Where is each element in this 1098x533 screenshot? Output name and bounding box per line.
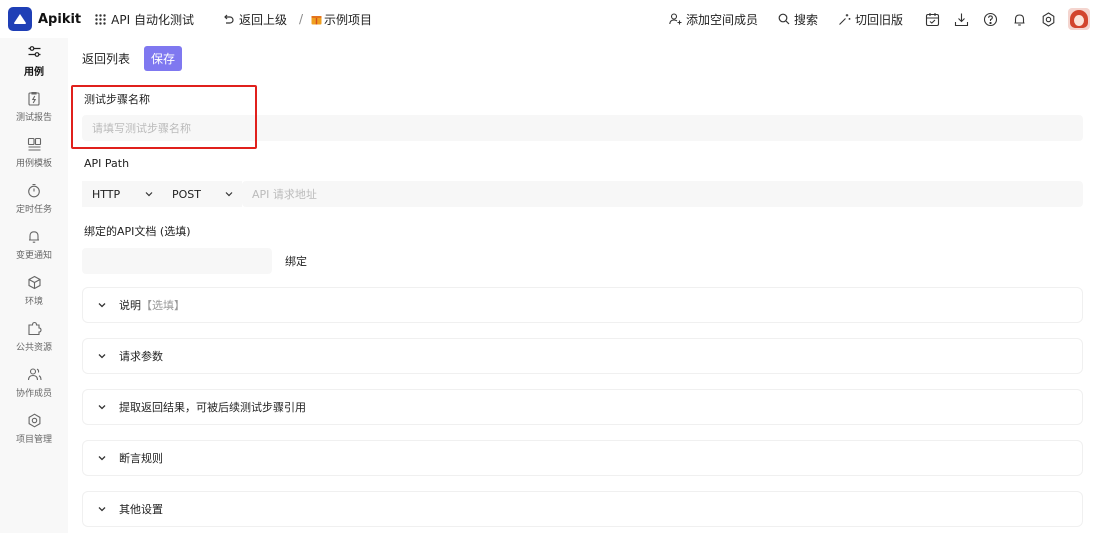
sidebar-item-label: 用例 <box>24 67 44 78</box>
gift-icon <box>311 13 322 25</box>
sidebar-item-label: 测试报告 <box>15 113 52 123</box>
protocol-value: HTTP <box>92 187 121 201</box>
url-input[interactable]: API 请求地址 <box>242 181 1083 207</box>
chevron-down-icon <box>97 300 107 310</box>
sidebar-item-label: 定时任务 <box>15 205 52 215</box>
search-label: 搜索 <box>793 12 818 27</box>
chevron-down-icon <box>144 189 154 199</box>
grid-dots-icon <box>95 13 106 25</box>
sidebar-item-case-template[interactable]: 用例模板 <box>0 130 68 176</box>
sidebar-item-label: 公共资源 <box>15 343 52 353</box>
project-name: 示例项目 <box>324 12 373 27</box>
logo-text: Apikit <box>38 11 82 27</box>
sidebar-item-collaborators[interactable]: 协作成员 <box>0 360 68 406</box>
settings-icon[interactable] <box>1041 11 1056 27</box>
project-breadcrumb[interactable]: 示例项目 <box>311 11 372 28</box>
add-user-icon <box>669 13 682 25</box>
panel-request-params[interactable]: 请求参数 <box>82 338 1083 374</box>
top-right-actions: 添加空间成员 搜索 切回旧版 <box>649 0 1090 38</box>
sidebar: 用例 测试报告 用例模板 定时任务 变更通知 环境 公共资源 协作成员 项目管理 <box>0 38 68 533</box>
save-button[interactable]: 保存 <box>144 46 183 71</box>
sidebar-item-public-resources[interactable]: 公共资源 <box>0 314 68 360</box>
sliders-icon <box>27 44 42 60</box>
gear-icon <box>27 413 42 429</box>
editor-toolbar: 返回列表 保存 <box>82 46 183 71</box>
panel-other-settings[interactable]: 其他设置 <box>82 491 1083 527</box>
sidebar-item-change-notice[interactable]: 变更通知 <box>0 222 68 268</box>
sidebar-item-label: 项目管理 <box>15 435 52 445</box>
panel-title: 提取返回结果，可被后续测试步骤引用 <box>119 401 306 414</box>
cube-icon <box>27 275 42 291</box>
top-bar: Apikit API 自动化测试 返回上级 / 示例项目 添加空间成员 搜索 切… <box>0 0 1098 38</box>
bell-icon[interactable] <box>1012 12 1027 27</box>
back-to-list-link[interactable]: 返回列表 <box>82 50 130 67</box>
switch-old-version-button[interactable]: 切回旧版 <box>838 11 903 28</box>
protocol-select[interactable]: HTTP <box>82 181 162 207</box>
timer-icon <box>27 183 41 199</box>
apikit-logo-icon <box>8 7 32 31</box>
sidebar-item-project-management[interactable]: 项目管理 <box>0 406 68 452</box>
highlight-box <box>71 85 257 149</box>
user-avatar[interactable] <box>1068 8 1090 30</box>
panel-description[interactable]: 说明 【选填】 <box>82 287 1083 323</box>
report-icon <box>27 91 41 107</box>
app-logo[interactable]: Apikit <box>8 7 81 31</box>
back-up-label: 返回上级 <box>238 12 287 27</box>
panel-optional-tag: 【选填】 <box>141 299 185 312</box>
panel-title: 其他设置 <box>119 503 163 516</box>
method-value: POST <box>172 187 201 201</box>
chevron-down-icon <box>97 402 107 412</box>
sidebar-item-label: 协作成员 <box>15 389 52 399</box>
workspace-name: API 自动化测试 <box>111 12 194 27</box>
method-select[interactable]: POST <box>162 181 242 207</box>
panel-title: 请求参数 <box>119 350 163 363</box>
search-icon <box>778 13 790 25</box>
breadcrumb-separator: / <box>298 12 304 26</box>
chevron-down-icon <box>97 504 107 514</box>
help-icon[interactable] <box>983 12 998 27</box>
chevron-down-icon <box>97 453 107 463</box>
magic-wand-icon <box>838 13 851 26</box>
chevron-down-icon <box>97 351 107 361</box>
bell-icon <box>27 229 41 245</box>
panel-extract-result[interactable]: 提取返回结果，可被后续测试步骤引用 <box>82 389 1083 425</box>
puzzle-icon <box>27 321 42 337</box>
sidebar-item-label: 变更通知 <box>15 251 52 261</box>
bind-doc-label: 绑定的API文档 (选填) <box>84 225 191 238</box>
switch-old-label: 切回旧版 <box>854 12 903 27</box>
users-icon <box>27 367 42 383</box>
sidebar-item-environment[interactable]: 环境 <box>0 268 68 314</box>
calendar-check-icon[interactable] <box>925 12 940 27</box>
api-path-label: API Path <box>84 157 130 170</box>
sidebar-item-label: 用例模板 <box>15 159 52 169</box>
bind-button[interactable]: 绑定 <box>273 248 319 274</box>
main-content: 返回列表 保存 测试步骤名称 请填写测试步骤名称 API Path HTTP P… <box>68 38 1098 533</box>
panel-assertion-rules[interactable]: 断言规则 <box>82 440 1083 476</box>
sidebar-item-label: 环境 <box>24 297 43 307</box>
workspace-switcher[interactable]: API 自动化测试 <box>95 11 194 28</box>
bind-doc-input[interactable] <box>82 248 272 274</box>
sidebar-item-cases[interactable]: 用例 <box>0 38 68 84</box>
panel-title: 断言规则 <box>119 452 163 465</box>
add-member-label: 添加空间成员 <box>685 12 758 27</box>
sidebar-item-scheduled-task[interactable]: 定时任务 <box>0 176 68 222</box>
search-button[interactable]: 搜索 <box>778 11 818 28</box>
chevron-down-icon <box>224 189 234 199</box>
undo-icon <box>222 13 234 25</box>
panel-title: 说明 <box>119 299 141 312</box>
add-member-button[interactable]: 添加空间成员 <box>669 11 758 28</box>
download-icon[interactable] <box>954 12 969 27</box>
template-icon <box>27 137 42 153</box>
back-up-button[interactable]: 返回上级 <box>222 11 287 28</box>
sidebar-item-test-report[interactable]: 测试报告 <box>0 84 68 130</box>
